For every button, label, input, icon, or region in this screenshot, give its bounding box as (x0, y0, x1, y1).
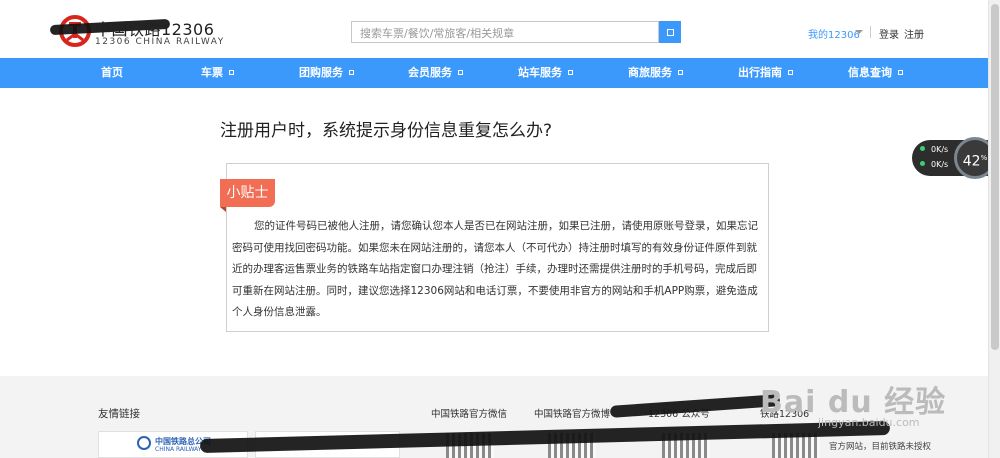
weibo-label: 中国铁路官方微博 (534, 409, 611, 420)
tip-text-body: 您的证件号码已被他人注册，请您确认您本人是否已在网站注册，如果已注册，请使用原账… (232, 220, 758, 318)
nav-item-label: 信息查询 (848, 66, 892, 79)
scrollbar-thumb[interactable] (991, 4, 999, 350)
nav-item-tickets[interactable]: 车票 (201, 58, 234, 88)
nav-item-station[interactable]: 站车服务 (518, 58, 573, 88)
divider (870, 26, 871, 38)
nav-item-label: 首页 (101, 66, 123, 79)
tip-badge: 小贴士 (220, 179, 275, 207)
memory-usage-value: 42 (962, 153, 981, 170)
upload-dot-icon (920, 146, 925, 151)
nav-item-member[interactable]: 会员服务 (408, 58, 463, 88)
memory-usage-unit: % (980, 154, 988, 162)
dropdown-icon (678, 70, 683, 75)
page: 中国铁路12306 12306 CHINA RAILWAY 搜索车票/餐饮/常旅… (0, 0, 1000, 458)
tip-badge-fold (220, 207, 226, 212)
tip-text: 您的证件号码已被他人注册，请您确认您本人是否已在网站注册，如果已注册，请使用原账… (232, 216, 762, 324)
search-icon (666, 28, 674, 36)
nav-item-home[interactable]: 首页 (101, 58, 123, 88)
baidu-watermark-url: jingyan.baidu.com (818, 416, 920, 429)
nav-item-label: 出行指南 (738, 66, 782, 79)
baidu-watermark: Bai du 经验 (760, 385, 947, 420)
logo-subtitle: 12306 CHINA RAILWAY (95, 37, 225, 47)
friend-links-title: 友情链接 (98, 408, 140, 420)
upload-speed-value: 0K/s (931, 145, 949, 154)
nav-item-label: 站车服务 (518, 66, 562, 79)
nav-item-business[interactable]: 商旅服务 (628, 58, 683, 88)
register-link[interactable]: 注册 (904, 26, 924, 41)
search-button[interactable] (659, 21, 681, 43)
wechat-label: 中国铁路官方微信 (431, 409, 508, 420)
dropdown-icon (568, 70, 573, 75)
scrollbar[interactable] (988, 0, 1000, 458)
page-title: 注册用户时，系统提示身份信息重复怎么办? (220, 121, 553, 141)
main-nav: 首页 车票 团购服务 会员服务 站车服务 商旅服务 出行指南 信息查询 (0, 58, 988, 88)
download-dot-icon (920, 161, 925, 166)
nav-item-label: 团购服务 (299, 66, 343, 79)
nav-item-label: 商旅服务 (628, 66, 672, 79)
my12306-link[interactable]: 我的12306 (808, 26, 860, 41)
nav-item-group[interactable]: 团购服务 (299, 58, 354, 88)
download-speed: 0K/s (920, 160, 948, 169)
login-link[interactable]: 登录 (879, 26, 899, 41)
nav-item-info[interactable]: 信息查询 (848, 58, 903, 88)
dropdown-icon (898, 70, 903, 75)
header: 中国铁路12306 12306 CHINA RAILWAY 搜索车票/餐饮/常旅… (0, 0, 1000, 58)
dropdown-icon (229, 70, 234, 75)
china-railway-logo-icon (137, 436, 151, 450)
footer-notice: 官方网站，目前铁路未授权 (829, 442, 932, 452)
search-input[interactable]: 搜索车票/餐饮/常旅客/相关规章 (351, 21, 659, 43)
upload-speed: 0K/s (920, 145, 948, 154)
download-speed-value: 0K/s (931, 160, 949, 169)
partner-name-en: CHINA RAILWAY (155, 446, 202, 453)
dropdown-icon (349, 70, 354, 75)
dropdown-icon (458, 70, 463, 75)
nav-item-guide[interactable]: 出行指南 (738, 58, 793, 88)
dropdown-icon (788, 70, 793, 75)
nav-item-label: 车票 (201, 66, 223, 79)
nav-item-label: 会员服务 (408, 66, 452, 79)
chevron-down-icon[interactable] (855, 30, 863, 34)
